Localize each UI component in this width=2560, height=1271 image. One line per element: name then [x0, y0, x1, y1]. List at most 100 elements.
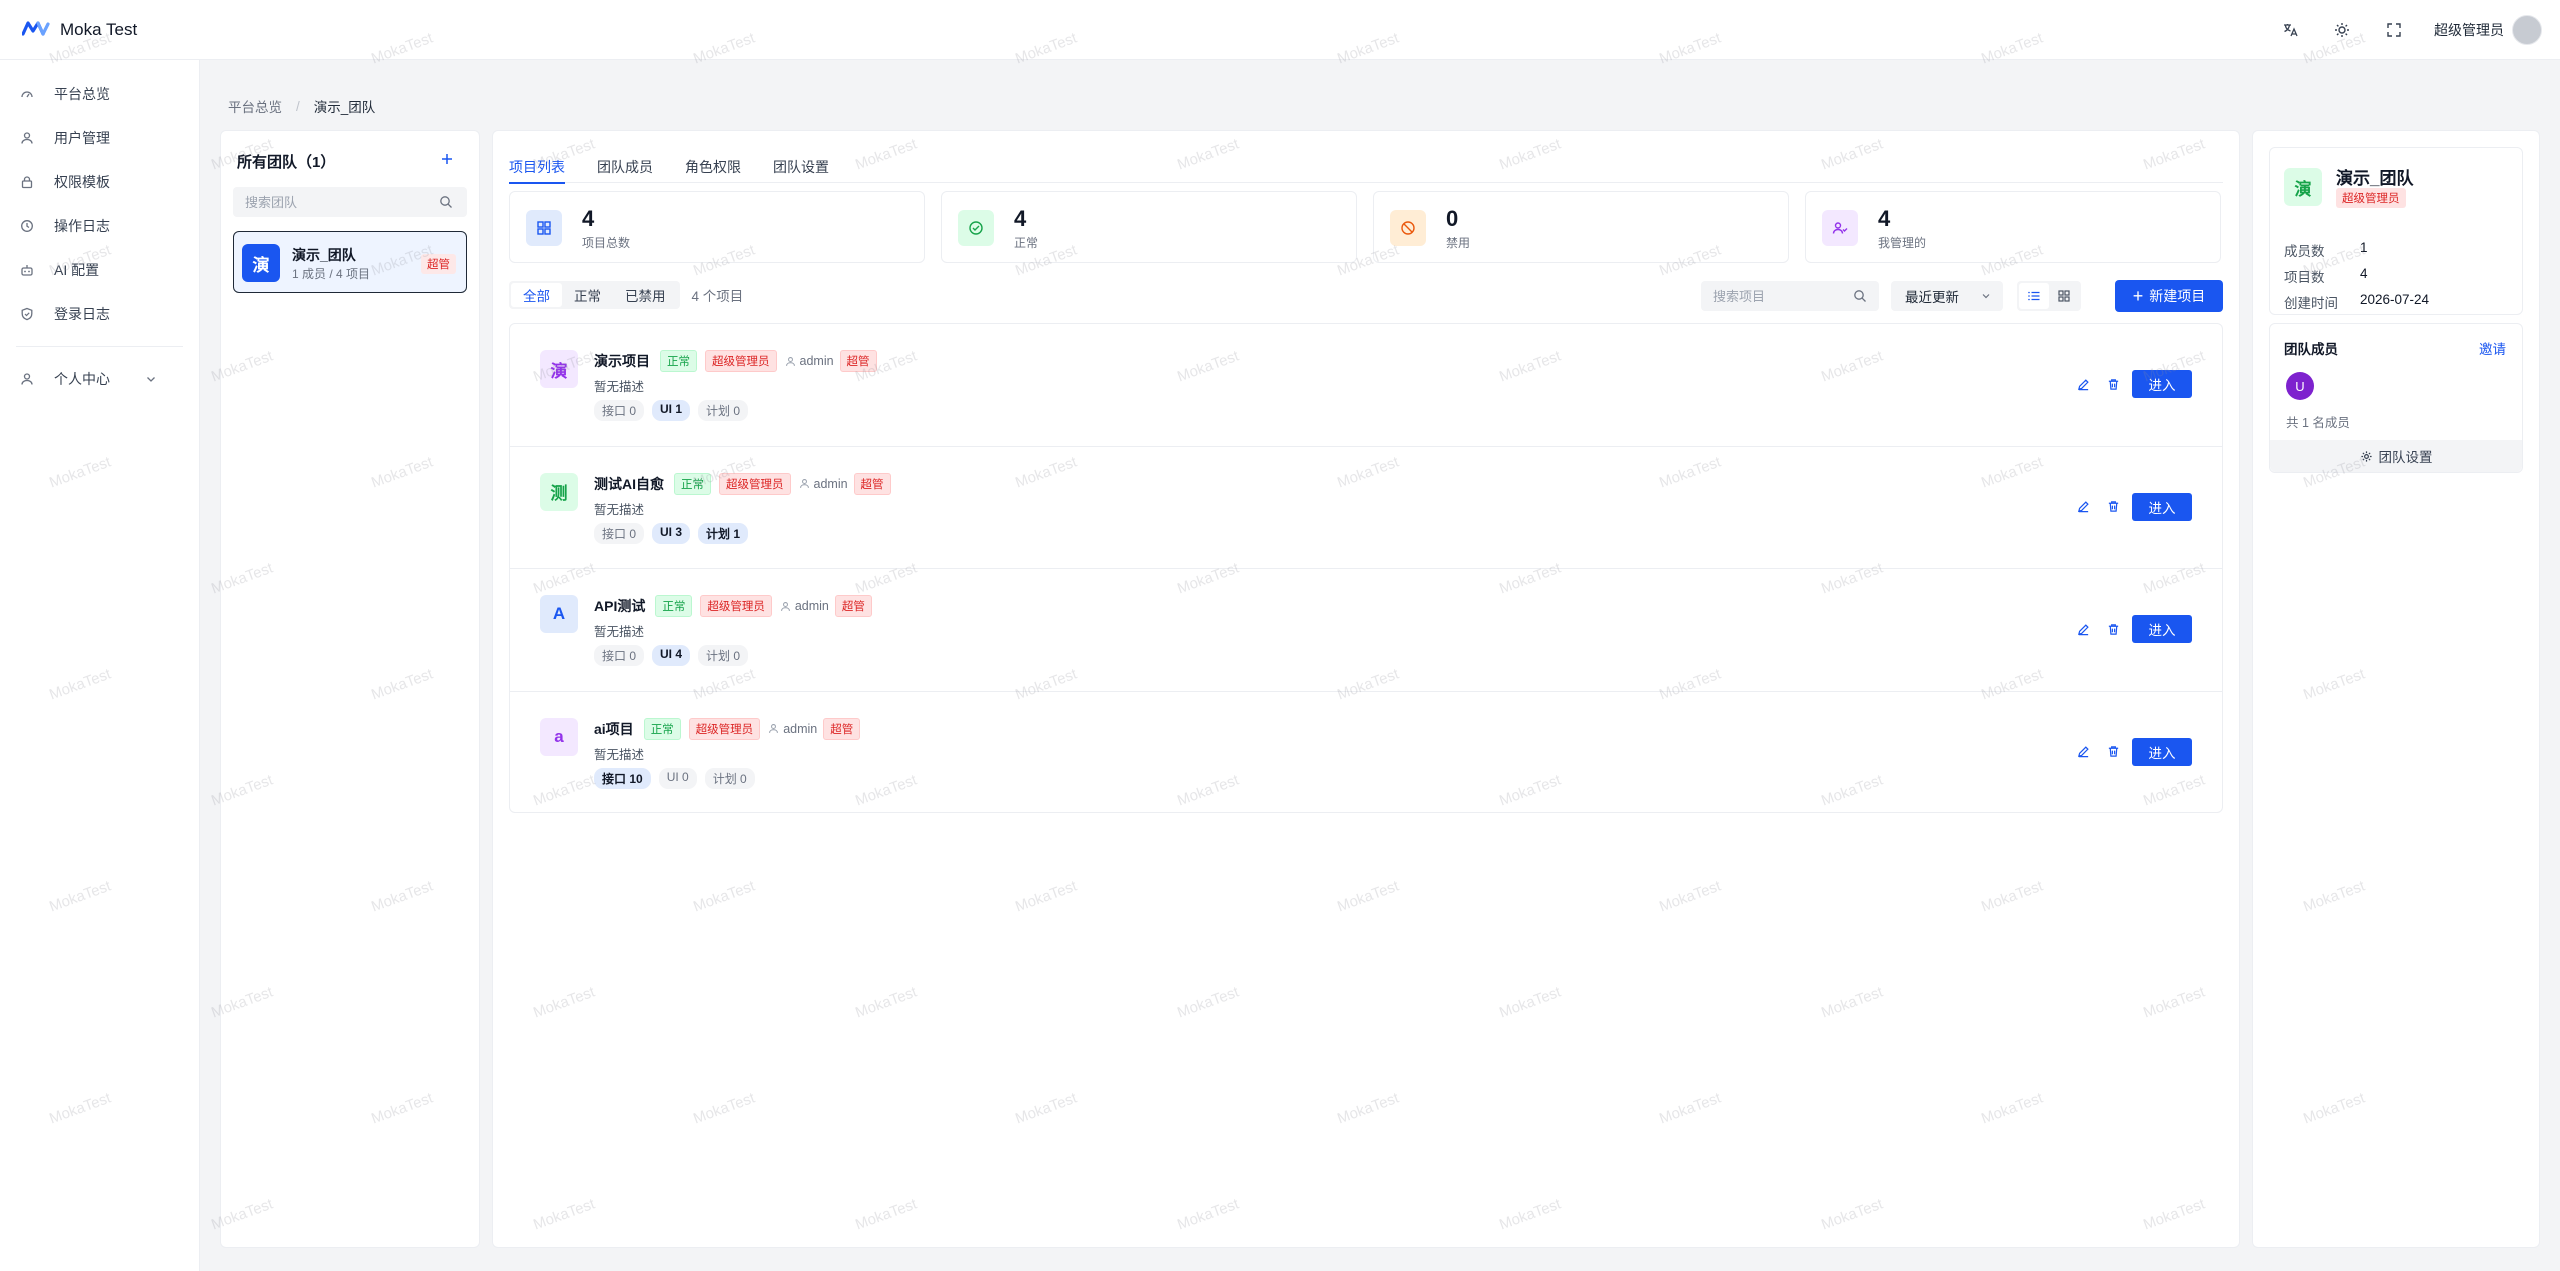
- edit-icon[interactable]: [2068, 738, 2098, 766]
- team-search-input[interactable]: [233, 187, 467, 217]
- stat-label: 我管理的: [1878, 236, 1927, 250]
- edit-icon[interactable]: [2068, 615, 2098, 643]
- team-role-badge: 超级管理员: [2336, 188, 2406, 208]
- delete-icon[interactable]: [2098, 738, 2128, 766]
- project-name[interactable]: API测试: [594, 596, 645, 616]
- ui-count-chip: UI 4: [652, 645, 691, 666]
- sidebar-item-label: AI 配置: [54, 262, 100, 278]
- translate-icon[interactable]: [2264, 0, 2316, 60]
- fullscreen-icon[interactable]: [2368, 0, 2420, 60]
- theme-sun-icon[interactable]: [2316, 0, 2368, 60]
- user-icon: [21, 373, 33, 385]
- enter-project-button[interactable]: 进入: [2132, 615, 2192, 643]
- brand[interactable]: Moka Test: [0, 0, 137, 60]
- info-value: 1: [2360, 240, 2368, 255]
- enter-project-button[interactable]: 进入: [2132, 492, 2192, 521]
- user-avatar[interactable]: [2512, 15, 2542, 45]
- sidebar-item-permission-templates[interactable]: 权限模板: [0, 160, 199, 204]
- project-name[interactable]: 演示项目: [594, 351, 650, 371]
- project-avatar: 测: [540, 472, 578, 511]
- stat-label: 正常: [1014, 236, 1039, 250]
- info-key: 创建时间: [2284, 296, 2338, 311]
- team-name: 演示_团队: [292, 247, 356, 263]
- delete-icon[interactable]: [2098, 493, 2128, 521]
- tab-team-settings[interactable]: 团队设置: [773, 147, 829, 183]
- project-avatar: a: [540, 717, 578, 756]
- api-count-chip: 接口 0: [594, 522, 645, 544]
- role-badge: 超级管理员: [688, 717, 761, 740]
- tab-project-list[interactable]: 项目列表: [509, 147, 565, 184]
- users-icon: [1822, 210, 1858, 246]
- info-key: 项目数: [2284, 270, 2325, 285]
- team-settings-button[interactable]: 团队设置: [2270, 440, 2522, 472]
- project-row[interactable]: 演 演示项目 正常 超级管理员 admin 超管 暂无描述 接口 0 UI 1 …: [510, 324, 2222, 447]
- app-title: Moka Test: [60, 19, 138, 39]
- owner-name: admin: [783, 721, 818, 736]
- team-info-panel: 演 演示_团队 超级管理员 成员数 1 项目数 4 创建时间 2026-07-2…: [2252, 130, 2540, 1248]
- team-name: 演示_团队: [2336, 169, 2414, 188]
- grid-icon: [526, 210, 562, 246]
- view-toggle: [2017, 281, 2081, 311]
- sidebar-item-users[interactable]: 用户管理: [0, 116, 199, 160]
- delete-icon[interactable]: [2098, 370, 2128, 398]
- owner-role-badge: 超管: [839, 350, 877, 372]
- sort-select[interactable]: 最近更新: [1891, 281, 2003, 311]
- enter-project-button[interactable]: 进入: [2132, 370, 2192, 398]
- owner-role-badge: 超管: [823, 717, 861, 740]
- new-project-button[interactable]: + 新建项目: [2115, 280, 2223, 312]
- project-row[interactable]: 测 测试AI自愈 正常 超级管理员 admin 超管 暂无描述 接口 0 UI …: [510, 447, 2222, 569]
- teams-panel: 所有团队（1） 演 演示_团队 1 成员 / 4 项目 超管: [220, 130, 480, 1248]
- edit-icon[interactable]: [2068, 370, 2098, 398]
- project-owner: admin: [799, 477, 848, 491]
- project-count: 4 个项目: [691, 289, 744, 304]
- project-name[interactable]: ai项目: [594, 719, 634, 739]
- project-avatar: A: [540, 595, 578, 633]
- teams-header: 所有团队（1）: [237, 154, 336, 171]
- stat-label: 项目总数: [582, 236, 631, 250]
- delete-icon[interactable]: [2098, 615, 2128, 643]
- stat-card-active: 4 正常: [941, 191, 1357, 263]
- sidebar-item-dashboard[interactable]: 平台总览: [0, 72, 199, 116]
- project-owner: admin: [768, 722, 817, 736]
- chevron-down-icon[interactable]: [145, 373, 157, 385]
- breadcrumb-root[interactable]: 平台总览: [228, 96, 282, 116]
- enter-project-button[interactable]: 进入: [2132, 737, 2192, 766]
- edit-icon[interactable]: [2068, 493, 2098, 521]
- project-row[interactable]: A API测试 正常 超级管理员 admin 超管 暂无描述 接口 0 UI 4…: [510, 569, 2222, 692]
- sidebar-item-login-logs[interactable]: 登录日志: [0, 292, 199, 336]
- logo-icon: [21, 20, 50, 39]
- sidebar-item-personal-center[interactable]: 个人中心: [0, 357, 199, 401]
- chevron-down-icon: [1982, 294, 1990, 299]
- owner-name: admin: [794, 599, 829, 613]
- filter-disabled[interactable]: 已禁用: [613, 283, 678, 307]
- team-avatar: 演: [242, 244, 280, 282]
- ui-count-chip: UI 0: [658, 767, 697, 789]
- owner-name: admin: [799, 354, 834, 368]
- sidebar-item-operation-logs[interactable]: 操作日志: [0, 204, 199, 248]
- tab-role-permissions[interactable]: 角色权限: [685, 147, 741, 183]
- project-owner: admin: [785, 354, 834, 368]
- project-name[interactable]: 测试AI自愈: [594, 474, 664, 494]
- user-name[interactable]: 超级管理员: [2434, 20, 2504, 40]
- invite-link[interactable]: 邀请: [2479, 338, 2506, 358]
- filter-active[interactable]: 正常: [562, 283, 613, 307]
- filter-all[interactable]: 全部: [511, 283, 562, 307]
- add-team-button[interactable]: [435, 147, 459, 171]
- plan-count-chip: 计划 0: [704, 767, 755, 789]
- breadcrumb-separator: /: [296, 98, 300, 114]
- tab-bar: 项目列表 团队成员 角色权限 团队设置: [509, 147, 2223, 184]
- tab-team-members[interactable]: 团队成员: [597, 147, 653, 183]
- grid-icon: [2058, 290, 2070, 302]
- sidebar-item-ai-config[interactable]: AI 配置: [0, 248, 199, 292]
- breadcrumb: 平台总览 / 演示_团队: [228, 96, 375, 116]
- team-card[interactable]: 演 演示_团队 1 成员 / 4 项目 超管: [233, 231, 467, 293]
- list-view-button[interactable]: [2019, 283, 2049, 309]
- plan-count-chip: 计划 0: [698, 400, 749, 421]
- lock-icon: [21, 176, 33, 189]
- top-actions: 超级管理员: [2264, 0, 2542, 60]
- grid-view-button[interactable]: [2049, 283, 2079, 309]
- member-avatar[interactable]: U: [2286, 372, 2314, 400]
- project-stats: 接口 0 UI 3 计划 1: [594, 522, 756, 544]
- project-row[interactable]: a ai项目 正常 超级管理员 admin 超管 暂无描述 接口 10 UI 0…: [510, 692, 2222, 813]
- sidebar: 平台总览 用户管理 权限模板 操作日志 AI 配置 登录日志 个人中心: [0, 60, 200, 1271]
